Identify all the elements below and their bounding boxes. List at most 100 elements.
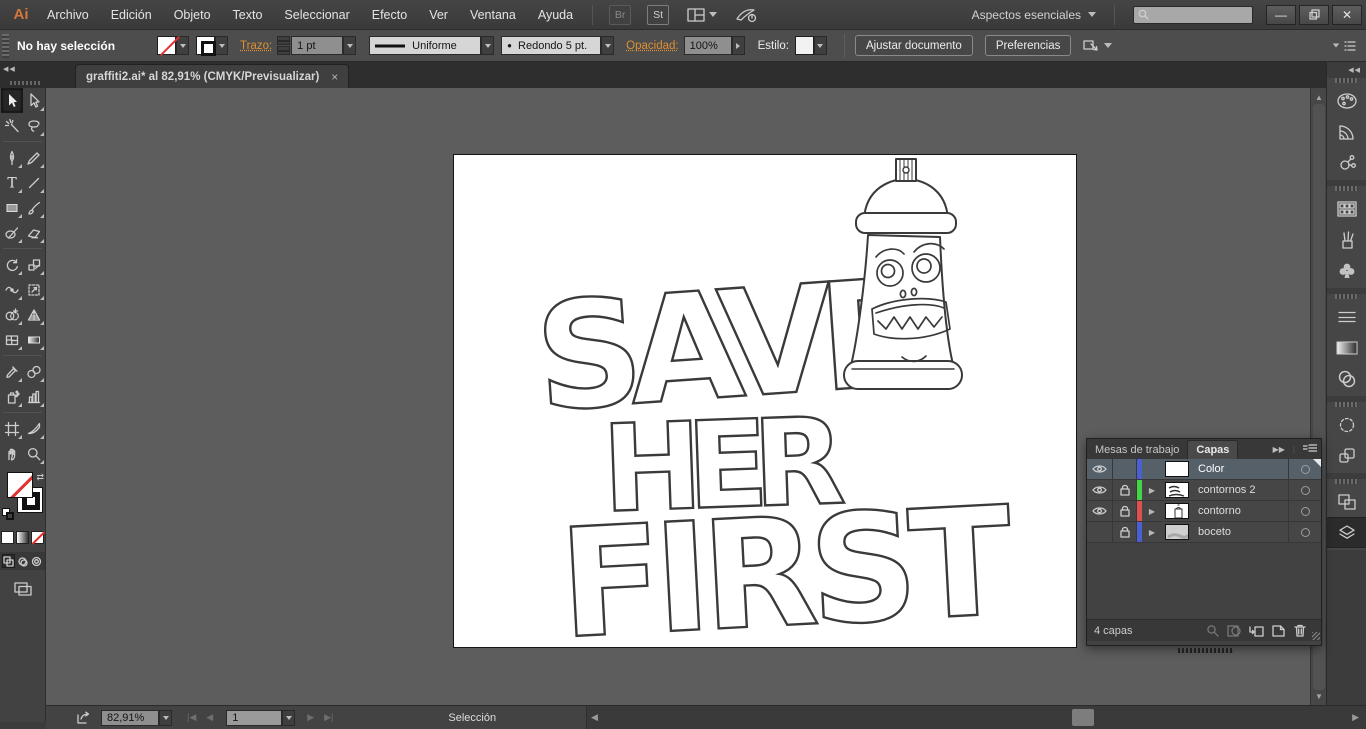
draw-behind-button[interactable] xyxy=(16,554,29,568)
dock-group-grip[interactable] xyxy=(1335,402,1358,407)
layer-thumbnail[interactable] xyxy=(1162,522,1192,542)
step-down[interactable] xyxy=(277,46,291,55)
tools-collapse-button[interactable]: ◀◀ xyxy=(3,65,16,73)
document-tab[interactable]: graffiti2.ai* al 82,91% (CMYK/Previsuali… xyxy=(75,64,350,88)
stroke-panel-link[interactable]: Trazo: xyxy=(240,40,272,52)
brush-definition-select[interactable]: ● Redondo 5 pt. xyxy=(501,36,602,55)
artboard-tool[interactable] xyxy=(1,416,23,441)
expand-arrow-icon[interactable]: ▶ xyxy=(1142,480,1162,500)
color-guide-panel-button[interactable] xyxy=(1327,116,1366,147)
search-input[interactable] xyxy=(1153,8,1248,21)
tab-close-icon[interactable]: × xyxy=(331,70,338,84)
target-indicator[interactable] xyxy=(1289,501,1321,521)
fill-indicator[interactable] xyxy=(7,472,33,498)
search-box[interactable] xyxy=(1133,5,1253,24)
restore-button[interactable] xyxy=(1299,4,1329,25)
hand-tool[interactable] xyxy=(1,441,23,466)
visibility-toggle[interactable] xyxy=(1087,522,1113,542)
menu-objeto[interactable]: Objeto xyxy=(163,0,222,30)
scroll-down-icon[interactable]: ▼ xyxy=(1311,689,1327,703)
layer-row-color[interactable]: Color xyxy=(1087,459,1321,480)
clipping-mask-button[interactable] xyxy=(1223,623,1245,639)
brushes-panel-button[interactable] xyxy=(1327,224,1366,255)
tools-panel-grip[interactable] xyxy=(10,81,40,85)
menu-ver[interactable]: Ver xyxy=(418,0,459,30)
dock-group-grip[interactable] xyxy=(1335,294,1358,299)
rotate-tool[interactable] xyxy=(1,252,23,277)
graphic-styles-panel-button[interactable] xyxy=(1327,440,1366,471)
expand-arrow-icon[interactable]: ▶ xyxy=(1142,522,1162,542)
scale-tool[interactable] xyxy=(23,252,45,277)
dock-group-grip[interactable] xyxy=(1335,479,1358,484)
rectangle-tool[interactable] xyxy=(1,195,23,220)
shape-builder-tool[interactable] xyxy=(1,302,23,327)
none-mode-button[interactable] xyxy=(31,531,44,544)
line-segment-tool[interactable] xyxy=(23,170,45,195)
slice-tool[interactable] xyxy=(23,416,45,441)
tab-capas[interactable]: Capas xyxy=(1187,440,1239,459)
horizontal-scroll-thumb[interactable] xyxy=(1072,709,1094,726)
style-swatch[interactable] xyxy=(794,36,814,55)
width-profile-dropdown[interactable] xyxy=(481,36,495,55)
opacity-panel-link[interactable]: Opacidad: xyxy=(626,40,678,52)
layer-name[interactable]: contorno xyxy=(1192,501,1289,521)
type-tool[interactable]: T xyxy=(1,170,23,195)
layer-row-contorno[interactable]: ▶ contorno xyxy=(1087,501,1321,522)
default-fill-stroke-icon[interactable] xyxy=(2,508,14,520)
last-artboard-icon[interactable]: ▶| xyxy=(324,712,333,723)
visibility-toggle[interactable] xyxy=(1087,459,1113,479)
gradient-mode-button[interactable] xyxy=(16,531,29,544)
symbol-sprayer-tool[interactable] xyxy=(1,384,23,409)
opacity-field[interactable]: 100% xyxy=(683,36,732,55)
blend-tool[interactable] xyxy=(23,359,45,384)
mesh-tool[interactable] xyxy=(1,327,23,352)
dock-group-grip[interactable] xyxy=(1335,186,1358,191)
workspace-switcher[interactable]: Aspectos esenciales xyxy=(972,8,1096,22)
first-artboard-icon[interactable]: |◀ xyxy=(187,712,196,723)
magic-wand-tool[interactable] xyxy=(1,113,23,138)
direct-selection-tool[interactable] xyxy=(23,88,45,113)
stroke-color-dropdown[interactable] xyxy=(215,36,228,55)
appearance-panel-button[interactable] xyxy=(1327,409,1366,440)
new-layer-button[interactable] xyxy=(1267,623,1289,639)
fill-color-swatch[interactable] xyxy=(157,36,176,55)
prev-artboard-icon[interactable]: ◀ xyxy=(206,712,213,723)
panel-menu-icon[interactable] xyxy=(1303,444,1317,454)
menu-ayuda[interactable]: Ayuda xyxy=(527,0,584,30)
tab-mesas-de-trabajo[interactable]: Mesas de trabajo xyxy=(1087,441,1187,459)
color-panel-button[interactable] xyxy=(1327,85,1366,116)
pencil-tool[interactable] xyxy=(23,145,45,170)
minimize-button[interactable]: — xyxy=(1266,4,1296,25)
close-button[interactable]: ✕ xyxy=(1332,4,1362,25)
preferences-button[interactable]: Preferencias xyxy=(984,35,1072,56)
scroll-right-icon[interactable]: ▶ xyxy=(1352,712,1359,723)
expand-arrow-icon[interactable]: ▶ xyxy=(1142,501,1162,521)
artboards-panel-button[interactable] xyxy=(1327,486,1366,517)
control-bar-menu[interactable] xyxy=(1332,40,1356,52)
style-dropdown[interactable] xyxy=(813,36,827,55)
menu-texto[interactable]: Texto xyxy=(222,0,274,30)
width-tool[interactable] xyxy=(1,277,23,302)
menu-edicion[interactable]: Edición xyxy=(100,0,163,30)
lock-toggle[interactable] xyxy=(1113,459,1137,479)
layers-panel-drag-grip[interactable] xyxy=(1178,648,1234,653)
scroll-left-icon[interactable]: ◀ xyxy=(591,712,598,723)
lock-toggle[interactable] xyxy=(1113,522,1137,542)
new-sublayer-button[interactable] xyxy=(1245,623,1267,639)
artboard-nav-field[interactable]: 1 xyxy=(226,709,283,726)
horizontal-scrollbar[interactable]: ◀ ▶ xyxy=(586,706,1366,729)
pen-tool[interactable] xyxy=(1,145,23,170)
color-mode-button[interactable] xyxy=(1,531,14,544)
layer-thumbnail[interactable] xyxy=(1162,501,1192,521)
column-graph-tool[interactable] xyxy=(23,384,45,409)
free-transform-tool[interactable] xyxy=(23,277,45,302)
stroke-width-field[interactable]: 1 pt xyxy=(291,36,344,55)
layer-row-boceto[interactable]: ▶ boceto xyxy=(1087,522,1321,543)
layer-name[interactable]: boceto xyxy=(1192,522,1289,542)
target-indicator[interactable] xyxy=(1289,480,1321,500)
menu-ventana[interactable]: Ventana xyxy=(459,0,527,30)
lasso-tool[interactable] xyxy=(23,113,45,138)
stock-button[interactable]: St xyxy=(647,4,670,25)
stroke-panel-button[interactable] xyxy=(1327,301,1366,332)
gradient-panel-button[interactable] xyxy=(1327,332,1366,363)
